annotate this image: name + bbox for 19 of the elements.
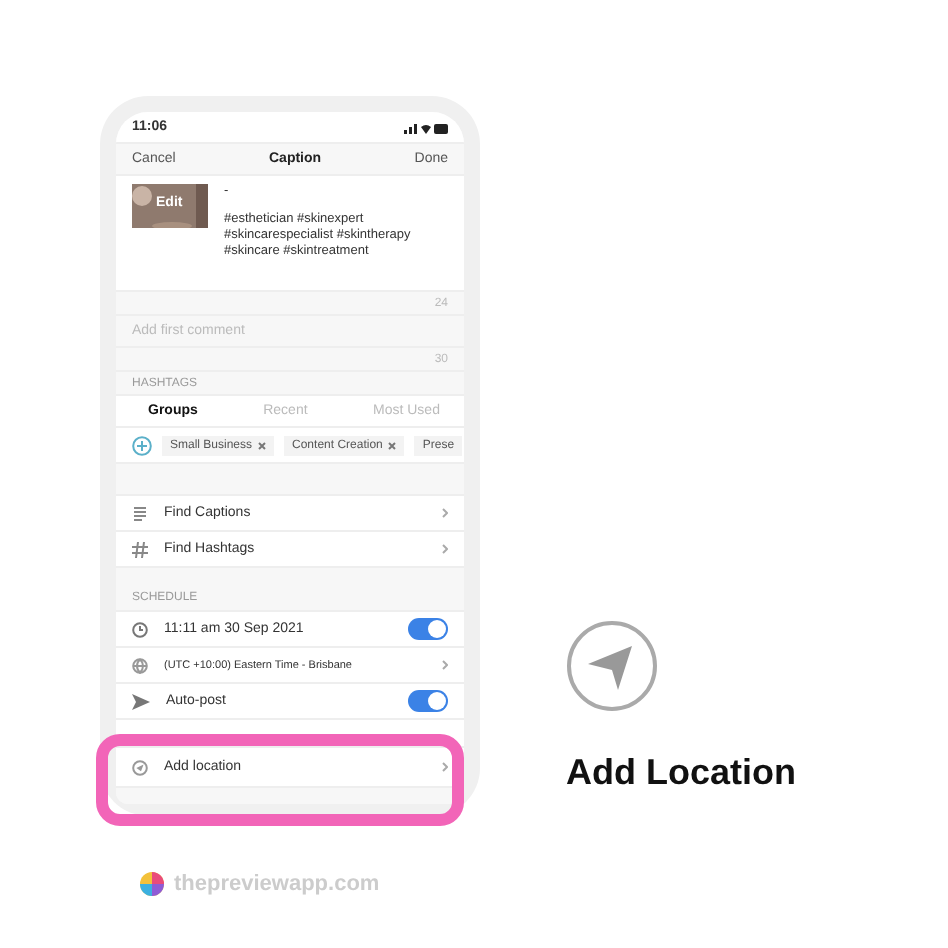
chevron-icon — [442, 762, 448, 772]
hash-icon — [132, 541, 148, 557]
chevron-icon — [442, 660, 448, 670]
navigation-icon — [132, 759, 148, 775]
add-icon[interactable] — [132, 435, 152, 455]
toggle-switch[interactable] — [408, 690, 448, 712]
logo-icon — [140, 872, 164, 896]
clock-icon — [132, 621, 148, 637]
globe-icon — [132, 657, 148, 673]
send-icon — [132, 693, 150, 709]
close-icon[interactable] — [258, 441, 267, 449]
status-icons-drawing — [404, 121, 448, 133]
navigation-icon — [566, 620, 658, 712]
chevron-icon — [442, 544, 448, 554]
close-icon[interactable] — [388, 441, 397, 449]
lines-icon — [132, 505, 148, 521]
toggle-switch[interactable] — [408, 618, 448, 640]
callout-title: Add Location — [566, 752, 796, 794]
chevron-icon — [442, 508, 448, 518]
